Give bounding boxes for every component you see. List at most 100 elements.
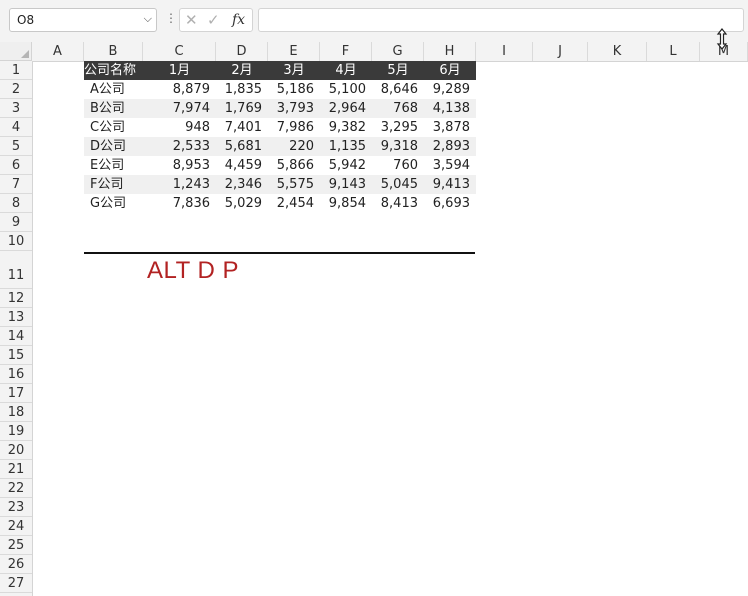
column-header-h[interactable]: H — [424, 42, 476, 61]
value-cell[interactable]: 7,836 — [143, 194, 216, 213]
worksheet-grid[interactable]: ABCDEFGHIJKLM 1 2 3 4 5 6 7 8 9 10 11 12 13 14 15 16 17 1… — [0, 42, 748, 596]
row-header-4[interactable]: 4 — [0, 118, 32, 137]
value-cell[interactable]: 5,942 — [320, 156, 372, 175]
row-header-24[interactable]: 24 — [0, 517, 32, 536]
table-header-cell[interactable]: 1月 — [143, 61, 216, 80]
table-header-cell[interactable]: 6月 — [424, 61, 476, 80]
value-cell[interactable]: 760 — [372, 156, 424, 175]
row-header-17[interactable]: 17 — [0, 384, 32, 403]
value-cell[interactable]: 8,646 — [372, 80, 424, 99]
row-header-5[interactable]: 5 — [0, 137, 32, 156]
value-cell[interactable]: 7,974 — [143, 99, 216, 118]
value-cell[interactable]: 220 — [268, 137, 320, 156]
value-cell[interactable]: 8,413 — [372, 194, 424, 213]
row-header-22[interactable]: 22 — [0, 479, 32, 498]
row-header-8[interactable]: 8 — [0, 194, 32, 213]
name-box[interactable]: O8 ⌵ — [9, 8, 157, 32]
company-name-cell[interactable]: F公司 — [84, 175, 143, 194]
value-cell[interactable]: 3,793 — [268, 99, 320, 118]
column-header-b[interactable]: B — [84, 42, 143, 61]
value-cell[interactable]: 5,186 — [268, 80, 320, 99]
value-cell[interactable]: 9,318 — [372, 137, 424, 156]
value-cell[interactable]: 7,401 — [216, 118, 268, 137]
value-cell[interactable]: 768 — [372, 99, 424, 118]
company-name-cell[interactable]: E公司 — [84, 156, 143, 175]
column-header-g[interactable]: G — [372, 42, 424, 61]
row-header-3[interactable]: 3 — [0, 99, 32, 118]
company-name-cell[interactable]: C公司 — [84, 118, 143, 137]
column-header-d[interactable]: D — [216, 42, 268, 61]
company-name-cell[interactable]: B公司 — [84, 99, 143, 118]
company-name-cell[interactable]: A公司 — [84, 80, 143, 99]
table-header-cell[interactable]: 4月 — [320, 61, 372, 80]
row-header-9[interactable]: 9 — [0, 213, 32, 232]
value-cell[interactable]: 5,575 — [268, 175, 320, 194]
formula-input[interactable] — [258, 8, 744, 32]
column-header-e[interactable]: E — [268, 42, 320, 61]
column-header-i[interactable]: I — [476, 42, 533, 61]
row-header-27[interactable]: 27 — [0, 574, 32, 593]
value-cell[interactable]: 948 — [143, 118, 216, 137]
value-cell[interactable]: 2,964 — [320, 99, 372, 118]
row-header-1[interactable]: 1 — [0, 61, 32, 80]
value-cell[interactable]: 6,693 — [424, 194, 476, 213]
value-cell[interactable]: 7,986 — [268, 118, 320, 137]
row-header-15[interactable]: 15 — [0, 346, 32, 365]
value-cell[interactable]: 8,953 — [143, 156, 216, 175]
enter-icon[interactable]: ✓ — [207, 11, 220, 29]
value-cell[interactable]: 1,243 — [143, 175, 216, 194]
value-cell[interactable]: 1,835 — [216, 80, 268, 99]
value-cell[interactable]: 9,413 — [424, 175, 476, 194]
row-header-18[interactable]: 18 — [0, 403, 32, 422]
row-header-23[interactable]: 23 — [0, 498, 32, 517]
company-name-cell[interactable]: D公司 — [84, 137, 143, 156]
value-cell[interactable]: 2,346 — [216, 175, 268, 194]
row-header-13[interactable]: 13 — [0, 308, 32, 327]
value-cell[interactable]: 3,878 — [424, 118, 476, 137]
value-cell[interactable]: 9,143 — [320, 175, 372, 194]
value-cell[interactable]: 5,029 — [216, 194, 268, 213]
value-cell[interactable]: 5,100 — [320, 80, 372, 99]
formula-bar-separator[interactable]: ⋮ — [165, 11, 177, 25]
value-cell[interactable]: 1,135 — [320, 137, 372, 156]
row-header-10[interactable]: 10 — [0, 232, 32, 251]
table-header-cell[interactable]: 5月 — [372, 61, 424, 80]
column-header-l[interactable]: L — [647, 42, 700, 61]
value-cell[interactable]: 3,594 — [424, 156, 476, 175]
value-cell[interactable]: 1,769 — [216, 99, 268, 118]
row-header-6[interactable]: 6 — [0, 156, 32, 175]
row-header-19[interactable]: 19 — [0, 422, 32, 441]
insert-function-icon[interactable]: fx — [232, 12, 245, 28]
row-header-7[interactable]: 7 — [0, 175, 32, 194]
row-header-11[interactable]: 11 — [0, 251, 32, 289]
value-cell[interactable]: 4,459 — [216, 156, 268, 175]
chevron-down-icon[interactable]: ⌵ — [144, 12, 152, 26]
row-header-12[interactable]: 12 — [0, 289, 32, 308]
column-header-f[interactable]: F — [320, 42, 372, 61]
value-cell[interactable]: 9,289 — [424, 80, 476, 99]
cancel-icon[interactable]: ✕ — [185, 11, 198, 29]
value-cell[interactable]: 5,681 — [216, 137, 268, 156]
row-header-26[interactable]: 26 — [0, 555, 32, 574]
row-header-16[interactable]: 16 — [0, 365, 32, 384]
column-header-k[interactable]: K — [588, 42, 647, 61]
row-header-20[interactable]: 20 — [0, 441, 32, 460]
table-header-cell[interactable]: 3月 — [268, 61, 320, 80]
value-cell[interactable]: 5,045 — [372, 175, 424, 194]
value-cell[interactable]: 5,866 — [268, 156, 320, 175]
row-header-21[interactable]: 21 — [0, 460, 32, 479]
row-header-2[interactable]: 2 — [0, 80, 32, 99]
value-cell[interactable]: 2,454 — [268, 194, 320, 213]
company-name-cell[interactable]: G公司 — [84, 194, 143, 213]
select-all-button[interactable] — [0, 42, 32, 61]
column-header-a[interactable]: A — [32, 42, 84, 61]
row-header-14[interactable]: 14 — [0, 327, 32, 346]
table-header-cell[interactable]: 2月 — [216, 61, 268, 80]
column-header-c[interactable]: C — [143, 42, 216, 61]
value-cell[interactable]: 2,893 — [424, 137, 476, 156]
column-header-j[interactable]: J — [533, 42, 588, 61]
value-cell[interactable]: 2,533 — [143, 137, 216, 156]
row-header-25[interactable]: 25 — [0, 536, 32, 555]
value-cell[interactable]: 9,854 — [320, 194, 372, 213]
value-cell[interactable]: 3,295 — [372, 118, 424, 137]
